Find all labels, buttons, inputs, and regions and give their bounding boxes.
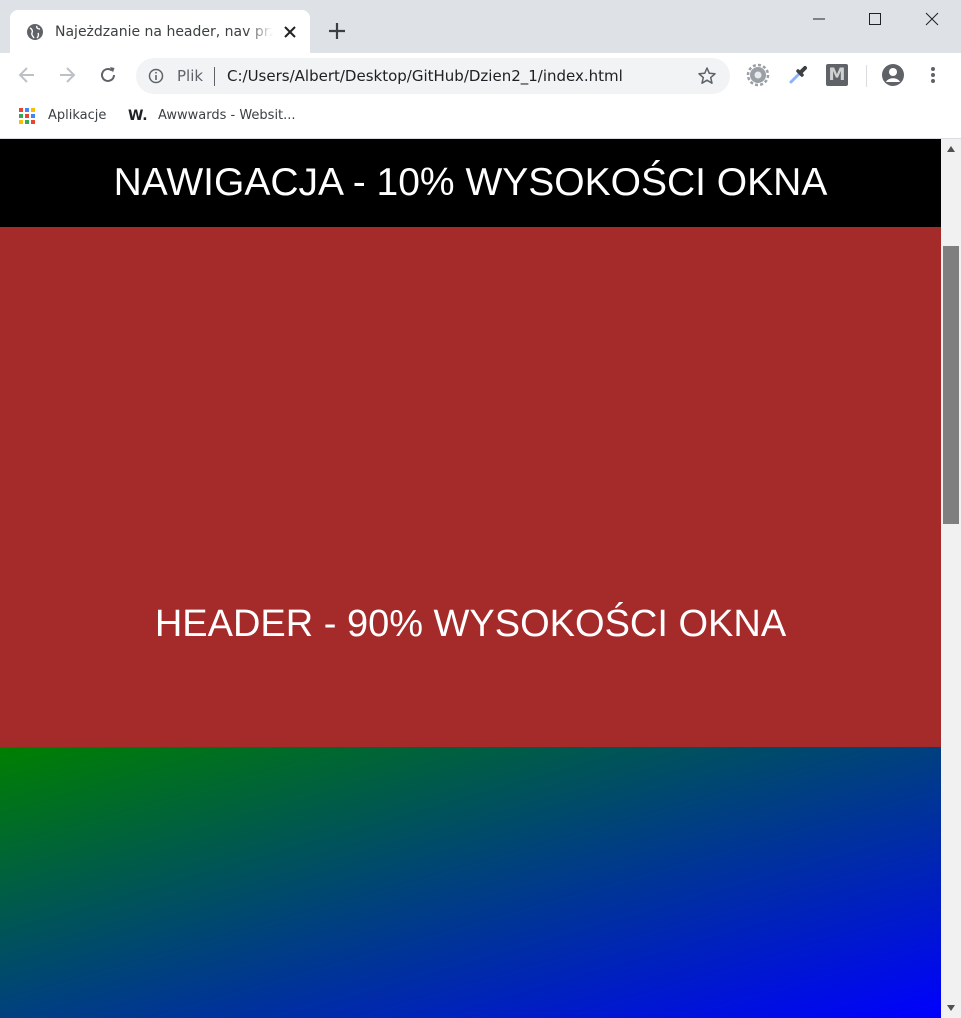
awwwards-w-icon: W.: [128, 108, 148, 124]
url-text[interactable]: C:/Users/Albert/Desktop/GitHub/Dzien2_1/…: [227, 66, 623, 86]
page-viewport: NAWIGACJA - 10% WYSOKOŚCI OKNA HEADER - …: [0, 139, 941, 1018]
bookmark-apps-label: Aplikacje: [48, 108, 107, 123]
globe-icon: [27, 24, 43, 40]
m-extension-icon[interactable]: M: [826, 64, 848, 86]
browser-toolbar: Plik C:/Users/Albert/Desktop/GitHub/Dzie…: [0, 53, 961, 98]
window-maximize-button[interactable]: [846, 0, 904, 38]
bookmark-star-icon[interactable]: [697, 66, 717, 86]
maximize-icon: [869, 13, 881, 25]
navigation-text: NAWIGACJA - 10% WYSOKOŚCI OKNA: [113, 161, 828, 204]
bookmark-awwwards-label: Awwwards - Websit...: [158, 108, 296, 123]
info-icon[interactable]: [148, 68, 164, 84]
window-minimize-button[interactable]: [790, 0, 848, 38]
scroll-down-arrow-icon[interactable]: [941, 998, 961, 1018]
navigation-bar: NAWIGACJA - 10% WYSOKOŚCI OKNA: [0, 139, 941, 227]
header-section: HEADER - 90% WYSOKOŚCI OKNA: [0, 227, 941, 747]
vertical-scrollbar[interactable]: [941, 139, 961, 1018]
close-window-icon: [925, 12, 939, 26]
scrollbar-thumb[interactable]: [943, 246, 959, 524]
toolbar-divider: [866, 65, 867, 87]
bookmark-apps[interactable]: Aplikacje: [19, 105, 114, 127]
browser-titlebar: Najeżdzanie na header, nav przyp: [0, 0, 961, 53]
scroll-up-arrow-icon[interactable]: [941, 139, 961, 159]
gradient-section: [0, 747, 941, 1018]
close-tab-icon[interactable]: [282, 24, 298, 40]
browser-tab-active[interactable]: Najeżdzanie na header, nav przyp: [10, 10, 310, 53]
forward-arrow-icon[interactable]: [56, 64, 78, 86]
m-extension-letter: M: [828, 65, 846, 85]
bookmarks-bar: Aplikacje W. Awwwards - Websit...: [0, 98, 961, 139]
header-text: HEADER - 90% WYSOKOŚCI OKNA: [154, 603, 787, 645]
apps-grid-icon: [19, 108, 35, 124]
gear-extension-icon[interactable]: [746, 63, 770, 87]
chip-divider: [214, 67, 215, 86]
back-arrow-icon[interactable]: [16, 64, 38, 86]
kebab-menu-icon[interactable]: [922, 63, 944, 87]
address-bar[interactable]: Plik C:/Users/Albert/Desktop/GitHub/Dzie…: [136, 58, 730, 94]
bookmark-awwwards[interactable]: W. Awwwards - Websit...: [128, 105, 303, 127]
profile-avatar-icon[interactable]: [881, 63, 905, 87]
tab-title: Najeżdzanie na header, nav przyp: [55, 24, 273, 40]
eyedropper-extension-icon[interactable]: [786, 63, 810, 87]
window-close-button[interactable]: [903, 0, 961, 38]
reload-icon[interactable]: [97, 64, 119, 86]
security-chip-label: Plik: [177, 67, 204, 85]
new-tab-plus-icon[interactable]: [326, 20, 348, 42]
minimize-icon: [813, 18, 825, 20]
